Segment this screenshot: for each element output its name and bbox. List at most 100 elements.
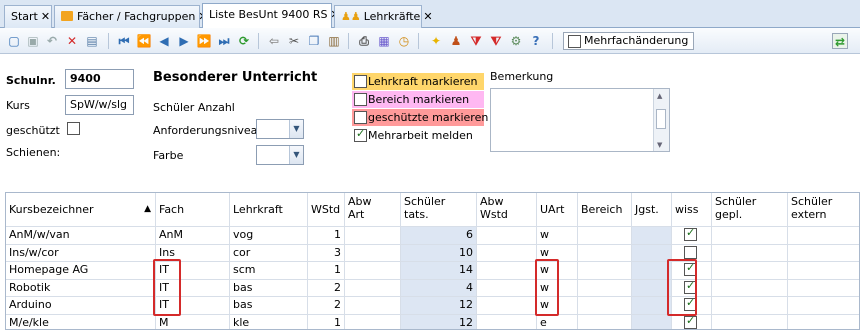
lehrkraft-markieren-checkbox[interactable] [354,75,367,88]
cell-abwart[interactable] [345,244,401,261]
cell-bereich[interactable] [578,244,632,261]
column-header-schueler-extern[interactable]: Schüler extern [788,193,859,226]
cell-kurs[interactable]: Arduino [6,297,156,314]
cell-extern[interactable] [788,262,859,279]
geschuetzte-markieren-checkbox[interactable] [354,111,367,124]
cell-extern[interactable] [788,227,859,244]
column-header-jgst[interactable]: Jgst. [632,193,672,226]
cell-schueler[interactable]: 6 [401,227,477,244]
cell-fach[interactable]: AnM [156,227,230,244]
column-header-schueler-tats[interactable]: Schüler tats. [401,193,477,226]
clock-icon[interactable]: ◷ [396,33,412,49]
refresh-icon[interactable]: ⟳ [236,33,252,49]
cell-gepl[interactable] [712,314,788,329]
cell-wstd[interactable]: 2 [308,297,345,314]
cell-bereich[interactable] [578,314,632,329]
cell-abwart[interactable] [345,314,401,329]
tab-start[interactable]: Start ✕ [4,5,52,28]
cell-abwart[interactable] [345,262,401,279]
users-icon[interactable]: ♟ [448,33,464,49]
cell-wstd[interactable]: 1 [308,262,345,279]
sync-icon[interactable]: ⇄ [832,33,848,49]
table-row[interactable]: Homepage AG IT scm 1 14 w [6,262,859,280]
user-settings-icon[interactable]: ⚙ [508,33,524,49]
previous-page-icon[interactable]: ⏪ [136,33,152,49]
cell-lehrkraft[interactable]: vog [230,227,308,244]
cell-extern[interactable] [788,297,859,314]
cell-lehrkraft[interactable]: bas [230,297,308,314]
previous-record-icon[interactable]: ◀ [156,33,172,49]
table-row[interactable]: Arduino IT bas 2 12 w [6,297,859,315]
tab-faecher[interactable]: Fächer / Fachgruppen✕ [54,5,208,28]
cell-bereich[interactable] [578,227,632,244]
cell-lehrkraft[interactable]: bas [230,279,308,296]
cell-bereich[interactable] [578,279,632,296]
cell-bereich[interactable] [578,262,632,279]
wiss-checkbox[interactable] [684,315,697,329]
copy-icon[interactable]: ❐ [306,33,322,49]
column-header-abw-art[interactable]: Abw Art [345,193,401,226]
last-record-icon[interactable]: ⏭ [216,33,232,49]
cell-wstd[interactable]: 1 [308,314,345,329]
column-header-uart[interactable]: UArt [537,193,578,226]
column-header-kursbezeichner[interactable]: Kursbezeichner ▲ [6,193,156,226]
cell-jgst[interactable] [632,297,672,314]
geschuetzt-checkbox[interactable] [67,122,80,135]
lehrkraft-markieren-option[interactable]: Lehrkraft markieren [352,73,484,90]
geschuetzte-markieren-option[interactable]: geschützte markieren [352,109,488,126]
column-header-wiss[interactable]: wiss [672,193,712,226]
column-header-bereich[interactable]: Bereich [578,193,632,226]
cell-bereich[interactable] [578,297,632,314]
cell-schueler[interactable]: 14 [401,262,477,279]
scroll-up-icon[interactable]: ▲ [657,92,662,100]
cell-schueler[interactable]: 10 [401,244,477,261]
cell-wstd[interactable]: 2 [308,279,345,296]
cell-wstd[interactable]: 3 [308,244,345,261]
lightbulb-icon[interactable]: ✦ [428,33,444,49]
cell-uart[interactable]: e [537,314,578,329]
undo-icon[interactable]: ↶ [44,33,60,49]
help-icon[interactable]: ? [528,33,544,49]
cell-gepl[interactable] [712,244,788,261]
farbe-select[interactable]: ▼ [256,145,304,165]
cell-schueler[interactable]: 4 [401,279,477,296]
cell-gepl[interactable] [712,262,788,279]
table-row[interactable]: M/e/kle Mkle 1 12 e [6,314,859,329]
save-icon[interactable]: ▣ [25,33,41,49]
cell-jgst[interactable] [632,262,672,279]
table-row[interactable]: Robotik IT bas 2 4 w [6,279,859,297]
close-icon[interactable]: ✕ [423,10,432,23]
print-icon[interactable]: ⎙ [356,33,372,49]
next-page-icon[interactable]: ⏩ [196,33,212,49]
bemerkung-textarea[interactable]: ▲ ▼ [490,88,670,152]
cell-kurs[interactable]: M/e/kle [6,314,156,329]
cell-kurs[interactable]: Robotik [6,279,156,296]
close-icon[interactable]: ✕ [41,10,50,23]
cell-kurs[interactable]: Homepage AG [6,262,156,279]
column-header-lehrkraft[interactable]: Lehrkraft [230,193,308,226]
cell-wiss[interactable] [672,227,712,244]
cell-abwwstd[interactable] [477,297,537,314]
bereich-markieren-option[interactable]: Bereich markieren [352,91,484,108]
cell-fach[interactable]: M [156,314,230,329]
cell-lehrkraft[interactable]: scm [230,262,308,279]
table-row[interactable]: Ins/w/cor Ins cor 3 10 w [6,244,859,262]
mehrarbeit-melden-option[interactable]: Mehrarbeit melden [352,127,484,144]
anforderungsniveau-select[interactable]: ▼ [256,119,304,139]
cell-lehrkraft[interactable]: kle [230,314,308,329]
cell-kurs[interactable]: AnM/w/van [6,227,156,244]
kurs-field[interactable]: SpW/w/slg [65,95,134,115]
cell-jgst[interactable] [632,227,672,244]
cell-abwwstd[interactable] [477,279,537,296]
cell-lehrkraft[interactable]: cor [230,244,308,261]
cell-jgst[interactable] [632,314,672,329]
cell-jgst[interactable] [632,244,672,261]
cell-schueler[interactable]: 12 [401,314,477,329]
cell-gepl[interactable] [712,297,788,314]
scroll-down-icon[interactable]: ▼ [657,141,662,149]
cell-abwart[interactable] [345,227,401,244]
cell-schueler[interactable]: 12 [401,297,477,314]
cell-wstd[interactable]: 1 [308,227,345,244]
new-icon[interactable]: ▢ [6,33,22,49]
first-record-icon[interactable]: ⏮ [116,33,132,49]
